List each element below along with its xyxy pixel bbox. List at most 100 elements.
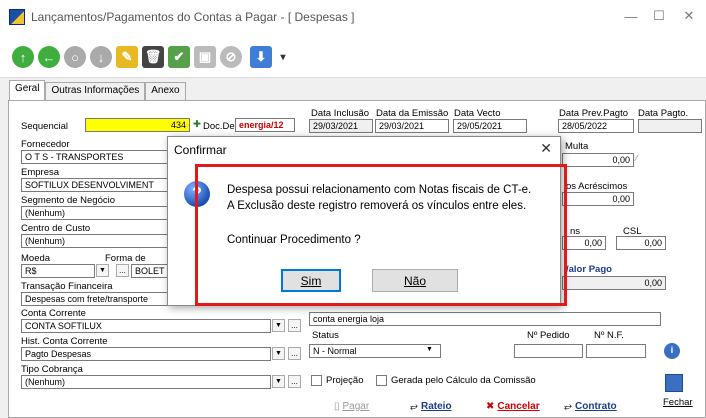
nf-field[interactable] [586, 344, 646, 358]
dialog-title: Confirmar [174, 143, 227, 157]
contrato-button[interactable]: ⥂ Contrato [564, 398, 617, 414]
data-emissao-field[interactable]: 29/03/2021 [375, 119, 449, 133]
info-icon[interactable]: i [664, 343, 680, 359]
add-icon[interactable]: ↑ [12, 46, 34, 68]
dialog-close-icon[interactable]: ✕ [540, 140, 552, 157]
back-icon[interactable]: ← [38, 46, 60, 68]
status-dropdown-icon[interactable]: ▼ [426, 346, 433, 353]
tab-geral[interactable]: Geral [9, 80, 46, 100]
print-icon[interactable]: ⬇ [250, 46, 272, 68]
acrescimos-label: os Acréscimos [566, 181, 628, 192]
data-vecto-field[interactable]: 29/05/2021 [453, 119, 527, 133]
down-icon[interactable]: ↓ [90, 46, 112, 68]
observacao-field[interactable]: conta energia loja [309, 312, 661, 326]
print-dropdown-icon[interactable]: ▾ [272, 46, 294, 68]
empresa-field[interactable]: SOFTILUX DESENVOLVIMENT [21, 178, 169, 192]
check-edit-icon[interactable]: ✔ [168, 46, 190, 68]
plus-icon[interactable]: ✚ [193, 119, 201, 130]
minimize-button[interactable]: — [616, 5, 646, 27]
tipo-cobranca-lookup-button[interactable]: ... [288, 375, 301, 388]
status-label: Status [312, 330, 339, 341]
exit-door-icon[interactable] [665, 374, 683, 392]
cancel-icon[interactable]: ⊘ [220, 46, 242, 68]
status-select[interactable]: N - Normal [309, 344, 441, 358]
toolbar: ↑ ← ○ ↓ ✎ 🗑 ✔ ▣ ⊘ ⬇ ▾ [0, 34, 706, 78]
hist-conta-dropdown-icon[interactable]: ▼ [272, 347, 285, 360]
rateio-label: Rateio [421, 400, 452, 412]
tab-outras-informacoes[interactable]: Outras Informações [45, 82, 146, 100]
stop-icon[interactable]: ○ [64, 46, 86, 68]
highlight-box [195, 164, 567, 306]
sequencial-field[interactable]: 434 [85, 118, 190, 132]
multa-field[interactable]: 0,00 [562, 153, 634, 167]
maximize-button[interactable]: ☐ [644, 5, 674, 27]
main-window: Lançamentos/Pagamentos do Contas a Pagar… [0, 0, 706, 418]
app-icon [9, 9, 25, 25]
tipo-cobranca-select[interactable]: (Nenhum) [21, 375, 271, 389]
data-prev-pagto-label: Data Prev.Pagto [559, 108, 629, 119]
comissao-checkbox[interactable] [376, 375, 387, 386]
projecao-checkbox[interactable] [311, 375, 322, 386]
tab-anexo[interactable]: Anexo [145, 82, 186, 100]
hist-conta-select[interactable]: Pagto Despesas [21, 347, 271, 361]
data-pagto-label: Data Pagto. [638, 108, 689, 119]
conta-corrente-label: Conta Corrente [21, 308, 86, 319]
conta-corrente-lookup-button[interactable]: ... [288, 319, 301, 332]
cancelar-button[interactable]: ✖ Cancelar [486, 398, 540, 414]
data-pagto-field [638, 119, 702, 133]
contrato-icon: ⥂ [564, 400, 572, 412]
rateio-button[interactable]: ⥂ Rateio [410, 398, 452, 414]
save-icon[interactable]: ▣ [194, 46, 216, 68]
data-prev-pagto-field[interactable]: 28/05/2022 [558, 119, 634, 133]
pagar-label: Pagar [342, 400, 370, 412]
sequencial-label: Sequencial [21, 121, 69, 132]
pagar-icon: ▯ [334, 400, 340, 412]
ins-field[interactable]: 0,00 [562, 236, 606, 250]
close-window-button[interactable]: ✕ [674, 5, 704, 27]
moeda-label: Moeda [21, 253, 51, 264]
pagar-button[interactable]: ▯ Pagar [334, 398, 369, 414]
title-bar: Lançamentos/Pagamentos do Contas a Pagar… [0, 0, 706, 34]
tab-strip: Geral Outras Informações Anexo [9, 80, 186, 100]
data-vecto-label: Data Vecto [454, 108, 501, 119]
forma-field[interactable]: BOLET [131, 264, 169, 278]
moeda-lookup-button[interactable]: ... [116, 264, 129, 277]
valor-pago-label: /alor Pago [566, 264, 612, 275]
comissao-label: Gerada pelo Cálculo da Comissão [391, 375, 536, 386]
empresa-label: Empresa [21, 167, 60, 178]
projecao-label: Projeção [326, 375, 364, 386]
tipo-cobranca-label: Tipo Cobrança [21, 364, 83, 375]
forma-label: Forma de [105, 253, 146, 264]
cancelar-icon: ✖ [486, 400, 495, 412]
centro-custo-field[interactable]: (Nenhum) [21, 234, 169, 248]
cancelar-label: Cancelar [497, 400, 540, 412]
segmento-label: Segmento de Negócio [21, 195, 116, 206]
calc-icon[interactable]: ⁄ [636, 153, 638, 164]
transacao-field[interactable]: Despesas com frete/transporte [21, 292, 169, 306]
hist-conta-lookup-button[interactable]: ... [288, 347, 301, 360]
moeda-dropdown-icon[interactable]: ▼ [96, 264, 109, 277]
tipo-cobranca-dropdown-icon[interactable]: ▼ [272, 375, 285, 388]
multa-label: Multa [565, 141, 589, 152]
segmento-field[interactable]: (Nenhum) [21, 206, 169, 220]
transacao-label: Transação Financeira [21, 281, 113, 292]
data-inclusao-label: Data Inclusão [311, 108, 370, 119]
conta-corrente-select[interactable]: CONTA SOFTILUX [21, 319, 271, 333]
fornecedor-label: Fornecedor [21, 139, 70, 150]
csl-field[interactable]: 0,00 [616, 236, 666, 250]
fechar-button[interactable]: Fechar [663, 397, 693, 408]
acrescimos-field[interactable]: 0,00 [562, 192, 634, 206]
fornecedor-field[interactable]: O T S - TRANSPORTES [21, 150, 169, 164]
edit-icon[interactable]: ✎ [116, 46, 138, 68]
conta-corrente-dropdown-icon[interactable]: ▼ [272, 319, 285, 332]
pedido-field[interactable] [514, 344, 583, 358]
pedido-label: Nº Pedido [527, 330, 570, 341]
window-title: Lançamentos/Pagamentos do Contas a Pagar… [31, 10, 355, 24]
rateio-icon: ⥂ [410, 400, 418, 412]
nf-label: Nº N.F. [594, 330, 624, 341]
moeda-select[interactable]: R$ [21, 264, 95, 278]
data-emissao-label: Data da Emissão [376, 108, 449, 119]
trash-icon[interactable]: 🗑 [142, 46, 164, 68]
doc-despesa-field[interactable]: energia/12 [235, 118, 295, 132]
hist-conta-label: Hist. Conta Corrente [21, 336, 108, 347]
